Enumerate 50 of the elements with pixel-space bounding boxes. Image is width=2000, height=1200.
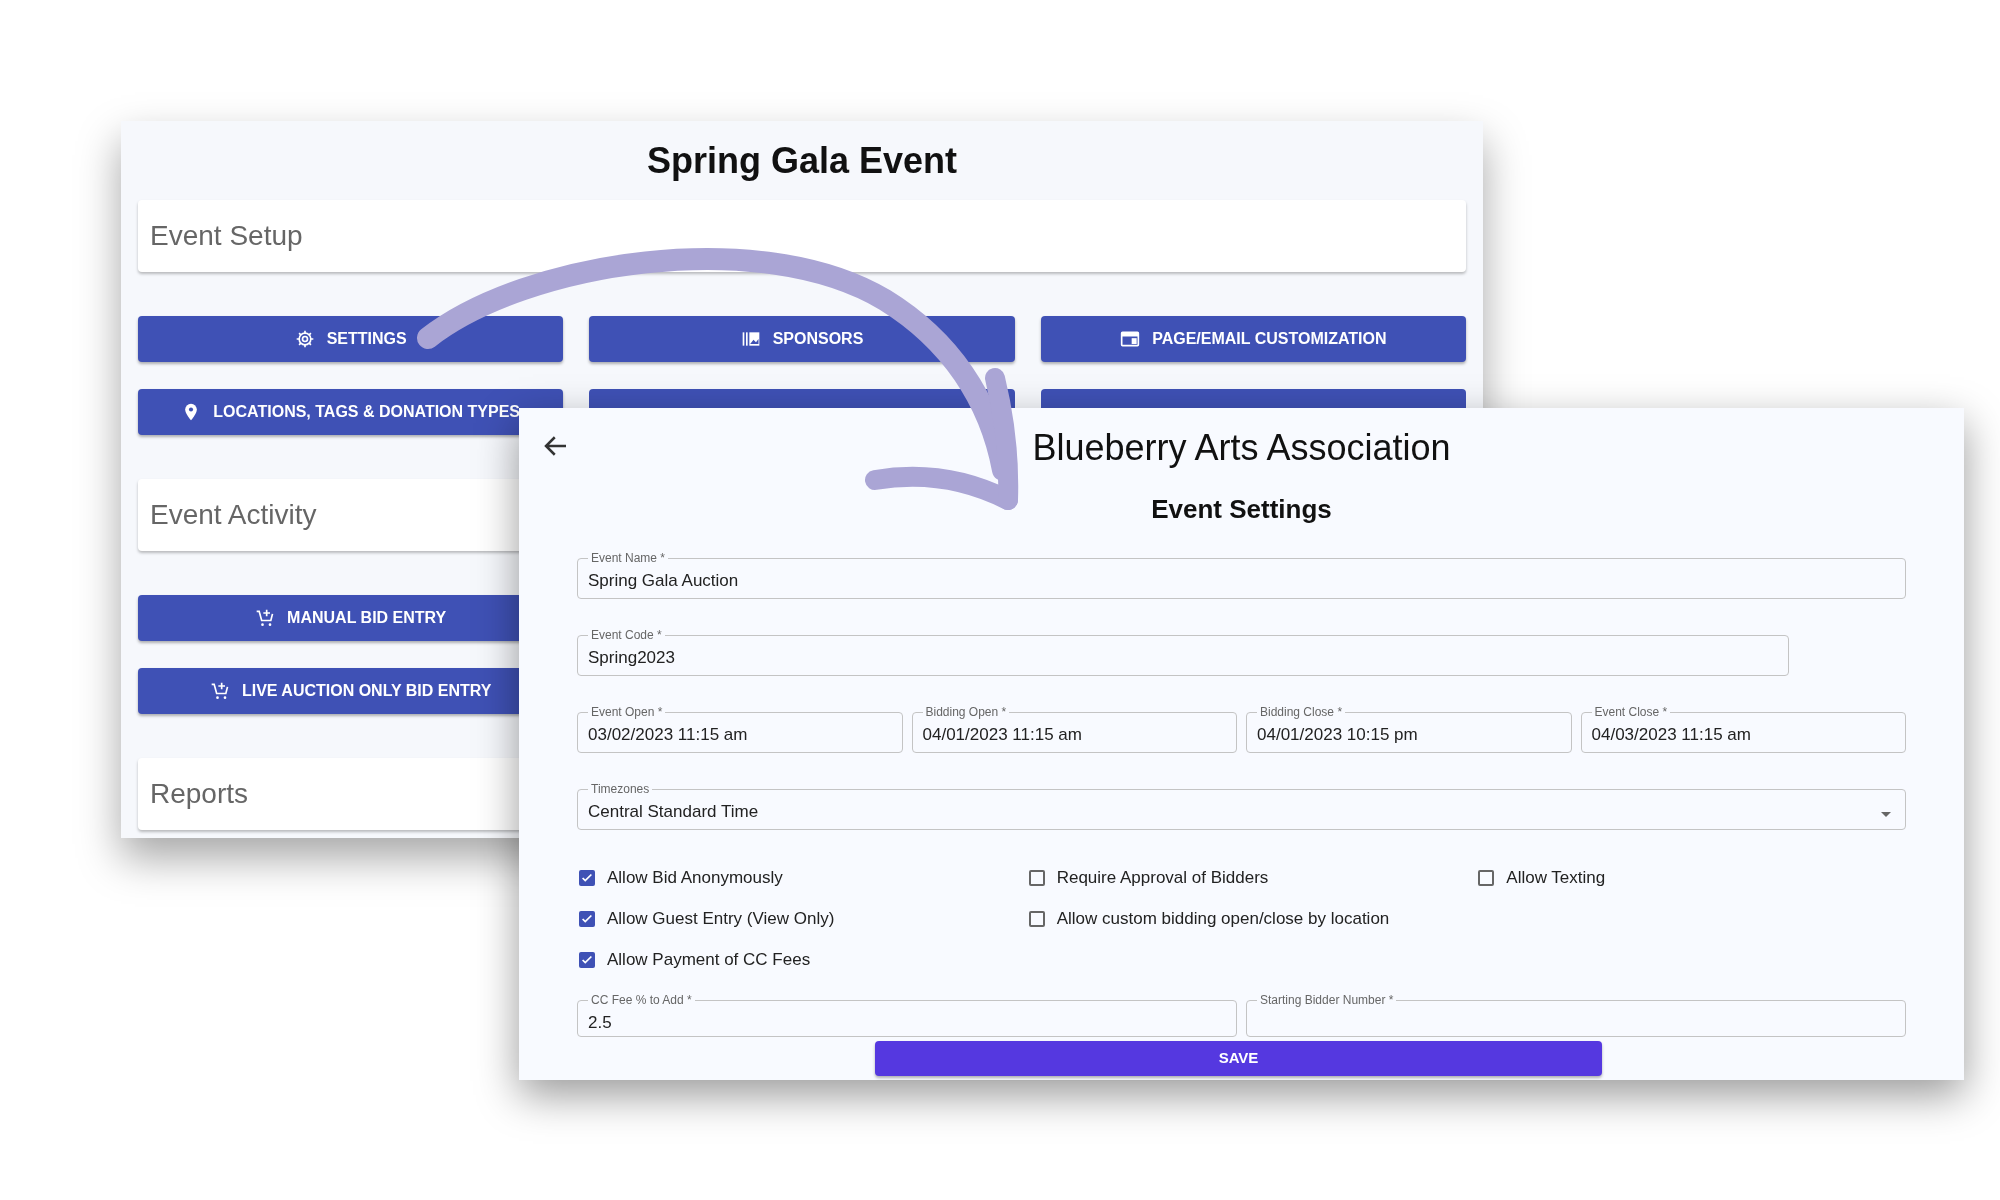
input-field[interactable]: Bidding Open * 04/01/2023 11:15 am — [911, 706, 1237, 753]
checkmark-icon — [580, 871, 594, 885]
field-label: CC Fee % to Add * — [590, 994, 693, 1006]
field-label: Bidding Open * — [924, 706, 1008, 718]
field-label: Timezones — [590, 783, 651, 795]
field-label: Event Close * — [1593, 706, 1669, 718]
checkbox-label[interactable]: Allow Bid Anonymously — [607, 865, 783, 891]
checkbox-label[interactable]: Allow Texting — [1506, 865, 1606, 891]
field-label: Event Open * — [590, 706, 664, 718]
checkbox[interactable] — [1028, 870, 1045, 886]
action-button[interactable] — [1040, 389, 1466, 409]
field-label: Bidding Close * — [1259, 706, 1344, 718]
gear-icon — [294, 329, 315, 349]
action-button[interactable]: SETTINGS — [138, 316, 564, 362]
checkmark-icon — [580, 912, 594, 926]
field-label: Starting Bidder Number * — [1259, 994, 1395, 1006]
input-field[interactable]: Bidding Close * 04/01/2023 10:15 pm — [1246, 706, 1572, 753]
section-title: Event Settings — [1150, 492, 1333, 526]
checkmark-icon — [580, 953, 594, 967]
checkbox[interactable] — [1028, 911, 1045, 927]
cart-plus-icon — [255, 608, 276, 628]
input-field[interactable]: CC Fee % to Add * 2.5 — [577, 994, 1237, 1037]
action-button[interactable]: LOCATIONS, TAGS & DONATION TYPES — [138, 389, 564, 435]
input-field[interactable]: Event Code * Spring2023 — [577, 629, 1789, 676]
checkbox[interactable] — [579, 870, 595, 886]
input-field[interactable]: Event Close * 04/03/2023 11:15 am — [1580, 706, 1906, 753]
page-title: Spring Gala Event — [645, 138, 959, 183]
checkbox[interactable] — [579, 952, 595, 968]
input-field[interactable]: Starting Bidder Number * — [1246, 994, 1906, 1037]
checkbox-label[interactable]: Allow Guest Entry (View Only) — [607, 906, 835, 932]
action-button[interactable]: PAGE/EMAIL CUSTOMIZATION — [1040, 316, 1466, 362]
checkbox[interactable] — [579, 911, 595, 927]
dropdown[interactable]: Timezones Central Standard Time — [577, 783, 1906, 830]
field-label: Event Name * — [590, 552, 667, 564]
organization-title: Blueberry Arts Association — [1032, 426, 1451, 470]
section-header: Event Setup — [138, 200, 1466, 272]
browser-window-icon — [1120, 329, 1141, 349]
action-button[interactable]: SPONSORS — [589, 316, 1015, 362]
checkbox-label[interactable]: Require Approval of Bidders — [1056, 865, 1269, 891]
field-label: Event Code * — [590, 629, 663, 641]
gallery-icon — [740, 329, 761, 349]
caret-icon — [1881, 812, 1891, 817]
input-field[interactable]: Event Open * 03/02/2023 11:15 am — [577, 706, 903, 753]
checkbox-label[interactable]: Allow custom bidding open/close by location — [1056, 906, 1390, 932]
save-button[interactable]: SAVE — [875, 1041, 1602, 1076]
checkbox-label[interactable]: Allow Payment of CC Fees — [607, 947, 811, 973]
cart-plus-icon — [209, 681, 230, 701]
input-field[interactable]: Event Name * Spring Gala Auction — [577, 552, 1906, 599]
checkbox[interactable] — [1478, 870, 1495, 886]
action-button[interactable] — [589, 389, 1015, 409]
